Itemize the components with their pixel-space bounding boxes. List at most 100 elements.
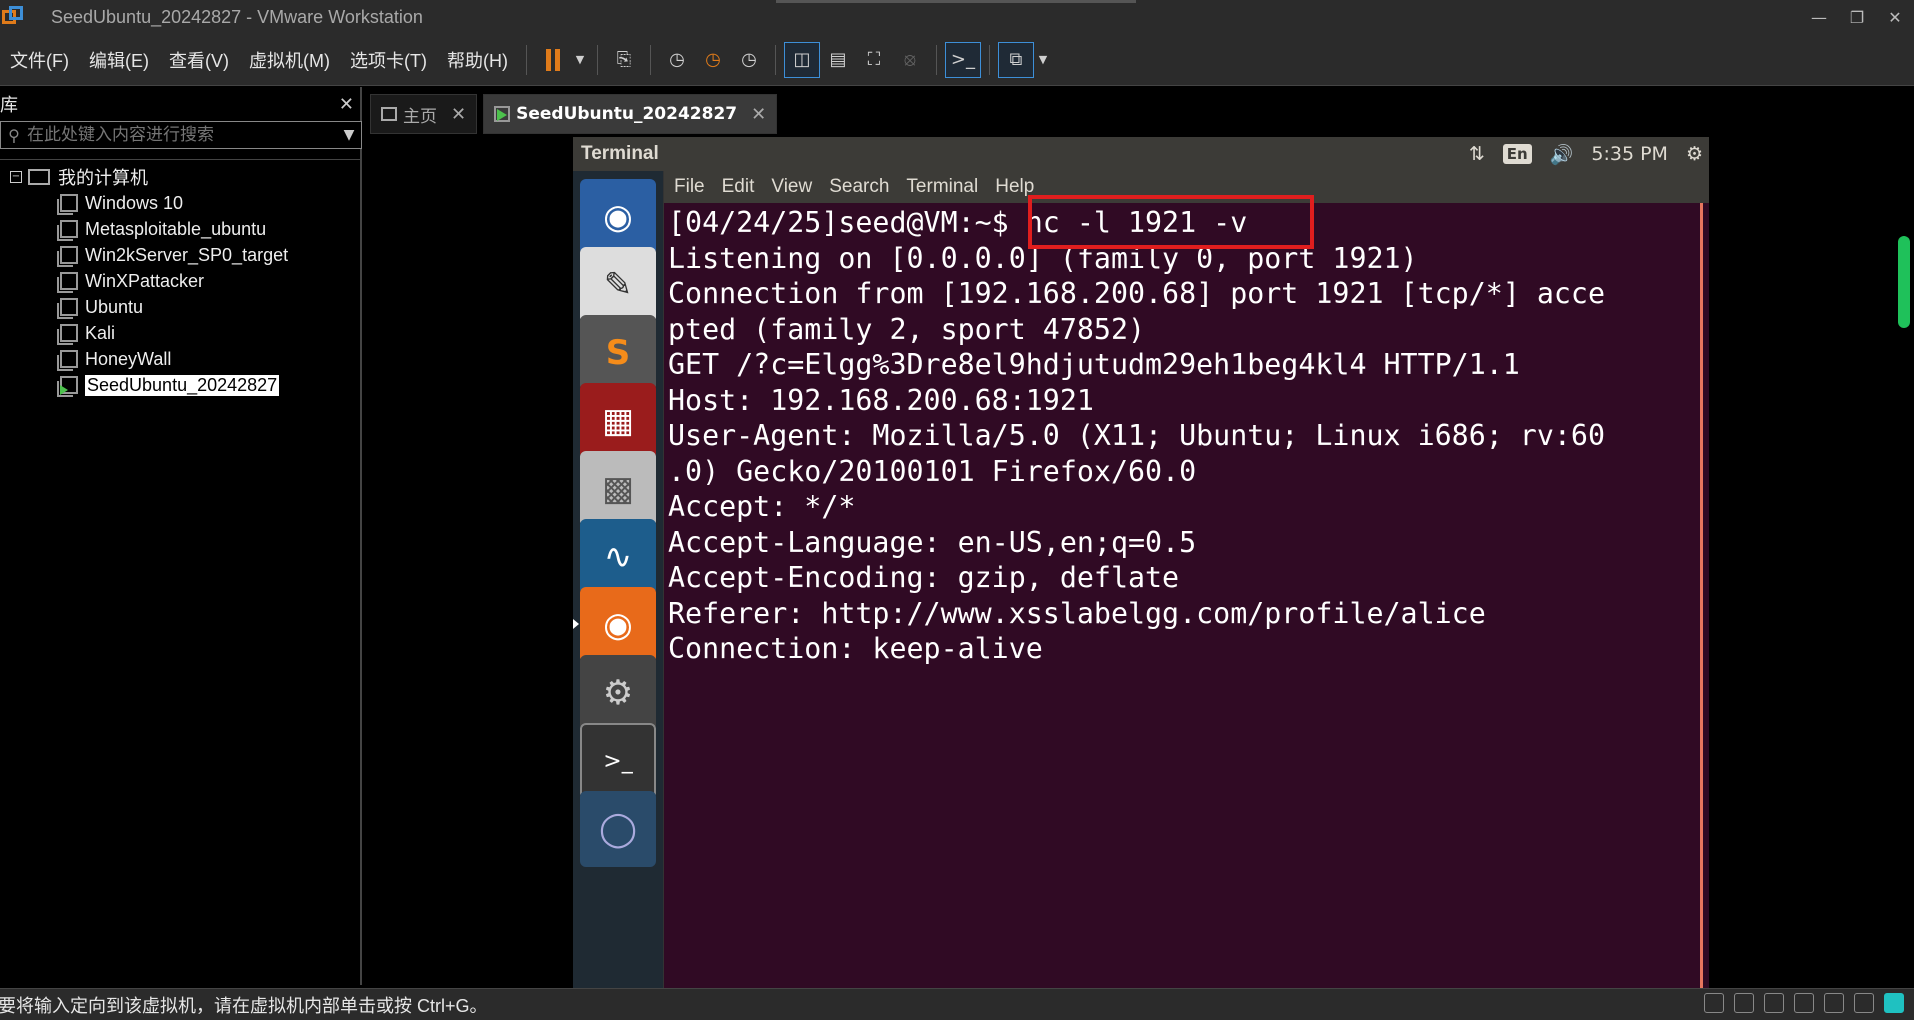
network-adapter-icon[interactable]: [1764, 993, 1784, 1013]
library-view-icon[interactable]: ◫: [783, 41, 820, 78]
home-icon: [381, 107, 397, 121]
ubuntu-launcher: ◉ ✎ S ▦ ▩ ∿ ◉ ⚙ >_ ◯: [573, 171, 664, 989]
running-vm-icon: [57, 376, 78, 397]
tree-item-ubuntu[interactable]: Ubuntu: [0, 294, 360, 320]
restore-icon[interactable]: ❐: [1838, 0, 1876, 34]
collapse-icon[interactable]: −: [10, 171, 22, 183]
term-menu-file[interactable]: File: [674, 176, 705, 198]
menu-edit[interactable]: 编辑(E): [79, 47, 159, 73]
tree-item-windows-10[interactable]: Windows 10: [0, 190, 360, 216]
hard-disk-icon[interactable]: [1704, 993, 1724, 1013]
send-ctrl-alt-del-icon[interactable]: ⎘: [606, 42, 642, 78]
volume-icon[interactable]: 🔊: [1550, 143, 1574, 166]
terminal-line: User-Agent: Mozilla/5.0 (X11; Ubuntu; Li…: [668, 419, 1605, 452]
unity-icon[interactable]: ⦻: [892, 42, 928, 78]
firefox-icon[interactable]: ◉: [580, 587, 656, 663]
tree-root-label: 我的计算机: [58, 168, 148, 189]
ubuntu-dash-icon[interactable]: ◉: [580, 179, 656, 255]
tree-item-honeywall[interactable]: HoneyWall: [0, 346, 360, 372]
network-icon[interactable]: ⇅: [1469, 143, 1485, 165]
wireshark-icon[interactable]: ∿: [580, 519, 656, 595]
search-icon: ⚲: [8, 125, 20, 145]
thumbnail-bar-icon[interactable]: ▤: [820, 42, 856, 78]
message-log-icon[interactable]: [1884, 993, 1904, 1013]
library-search[interactable]: ⚲ ▼: [0, 121, 362, 149]
cd-dvd-icon[interactable]: [1734, 993, 1754, 1013]
menu-vm[interactable]: 虚拟机(M): [239, 47, 340, 73]
tree-item-win2kserver[interactable]: Win2kServer_SP0_target: [0, 242, 360, 268]
menu-view[interactable]: 查看(V): [159, 47, 239, 73]
terminal-icon[interactable]: >_: [580, 723, 656, 799]
running-vm-icon: [494, 106, 511, 122]
file-manager-icon[interactable]: ▩: [580, 451, 656, 527]
library-title: 库: [0, 95, 18, 116]
title-progress-strip: [776, 0, 1136, 3]
term-menu-terminal[interactable]: Terminal: [906, 176, 978, 198]
window-title: Terminal: [581, 143, 659, 164]
workspace-switcher-icon[interactable]: ▦: [580, 383, 656, 459]
search-dropdown-icon[interactable]: ▼: [337, 127, 361, 143]
terminal-line: Host: 192.168.200.68:1921: [668, 383, 1094, 417]
tree-item-winxpattacker[interactable]: WinXPattacker: [0, 268, 360, 294]
vm-icon: [57, 298, 78, 319]
ubuntu-desktop[interactable]: Terminal ⇅ En 🔊 5:35 PM ⚙ ◉ ✎ S ▦ ▩ ∿ ◉ …: [573, 137, 1709, 989]
computer-icon: [28, 169, 50, 185]
library-search-input[interactable]: [27, 125, 337, 145]
snapshot-manager-icon[interactable]: ◷: [731, 42, 767, 78]
term-menu-view[interactable]: View: [771, 176, 812, 198]
menu-file[interactable]: 文件(F): [0, 47, 79, 73]
console-view-icon[interactable]: >_: [944, 41, 981, 78]
tab-vm-close-icon[interactable]: ✕: [751, 104, 766, 125]
status-message: 要将输入定向到该虚拟机，请在虚拟机内部单击或按 Ctrl+G。: [0, 995, 488, 1016]
tree-item-kali[interactable]: Kali: [0, 320, 360, 346]
terminal-right-edge: [1700, 203, 1709, 989]
tree-root-my-computer[interactable]: − 我的计算机: [0, 164, 360, 190]
term-menu-edit[interactable]: Edit: [722, 176, 755, 198]
terminal-line: pted (family 2, sport 47852): [668, 312, 1146, 346]
snapshot-icon[interactable]: ◷: [659, 42, 695, 78]
system-settings-icon[interactable]: ⚙: [580, 655, 656, 731]
text-editor-icon[interactable]: ✎: [580, 247, 656, 323]
minimize-icon[interactable]: —: [1800, 0, 1838, 34]
trash-icon[interactable]: ◯: [580, 791, 656, 867]
usb-printer-icon[interactable]: [1794, 993, 1814, 1013]
tree-item-seedubuntu[interactable]: SeedUbuntu_20242827: [0, 372, 360, 398]
full-screen-icon[interactable]: ⛶: [856, 42, 892, 78]
close-icon[interactable]: ✕: [1876, 0, 1914, 34]
settings-gear-icon[interactable]: ⚙: [1686, 143, 1703, 165]
revert-snapshot-icon[interactable]: ◷: [695, 42, 731, 78]
tab-home-close-icon[interactable]: ✕: [451, 104, 466, 125]
tab-seedubuntu[interactable]: SeedUbuntu_20242827 ✕: [483, 94, 778, 134]
vm-icon: [57, 246, 78, 267]
sound-card-icon[interactable]: [1824, 993, 1844, 1013]
clock[interactable]: 5:35 PM: [1591, 143, 1668, 165]
keyboard-language-indicator[interactable]: En: [1502, 144, 1532, 164]
vm-icon: [57, 350, 78, 371]
terminal-line: Referer: http://www.xsslabelgg.com/profi…: [668, 596, 1486, 630]
display-icon[interactable]: [1854, 993, 1874, 1013]
window-title: SeedUbuntu_20242827 - VMware Workstation: [51, 6, 423, 27]
vm-scrollbar[interactable]: [1898, 236, 1910, 328]
library-close-icon[interactable]: ✕: [339, 94, 354, 115]
status-bar: 要将输入定向到该虚拟机，请在虚拟机内部单击或按 Ctrl+G。: [0, 988, 1914, 1020]
launcher-active-arrow: [573, 619, 579, 629]
terminal-output[interactable]: [04/24/25]seed@VM:~$ nc -l 1921 -v Liste…: [664, 203, 1700, 989]
pause-button[interactable]: [535, 42, 571, 78]
term-menu-search[interactable]: Search: [829, 176, 889, 198]
command-highlight-box: [1028, 195, 1314, 249]
library-panel: 库 ✕ ⚲ ▼ − 我的计算机 Windows 10 Metasploitabl…: [0, 87, 362, 985]
menu-help[interactable]: 帮助(H): [437, 47, 518, 73]
terminal-line: Connection: keep-alive: [668, 632, 1043, 665]
tab-home[interactable]: 主页 ✕: [370, 94, 478, 134]
vm-tree: − 我的计算机 Windows 10 Metasploitable_ubuntu…: [0, 159, 360, 398]
terminal-line: GET /?c=Elgg%3Dre8el9hdjutudm29eh1beg4kl…: [668, 348, 1520, 381]
pause-dropdown-icon[interactable]: ▼: [571, 42, 589, 78]
tree-item-metasploitable[interactable]: Metasploitable_ubuntu: [0, 216, 360, 242]
stretch-guest-icon[interactable]: ⧉: [997, 41, 1034, 78]
terminal-line: .0) Gecko/20100101 Firefox/60.0: [668, 454, 1197, 488]
vmware-logo-icon: [2, 6, 24, 28]
vm-icon: [57, 220, 78, 241]
stretch-dropdown-icon[interactable]: ▼: [1034, 42, 1052, 78]
sublime-text-icon[interactable]: S: [580, 315, 656, 391]
menu-tabs[interactable]: 选项卡(T): [340, 47, 437, 73]
